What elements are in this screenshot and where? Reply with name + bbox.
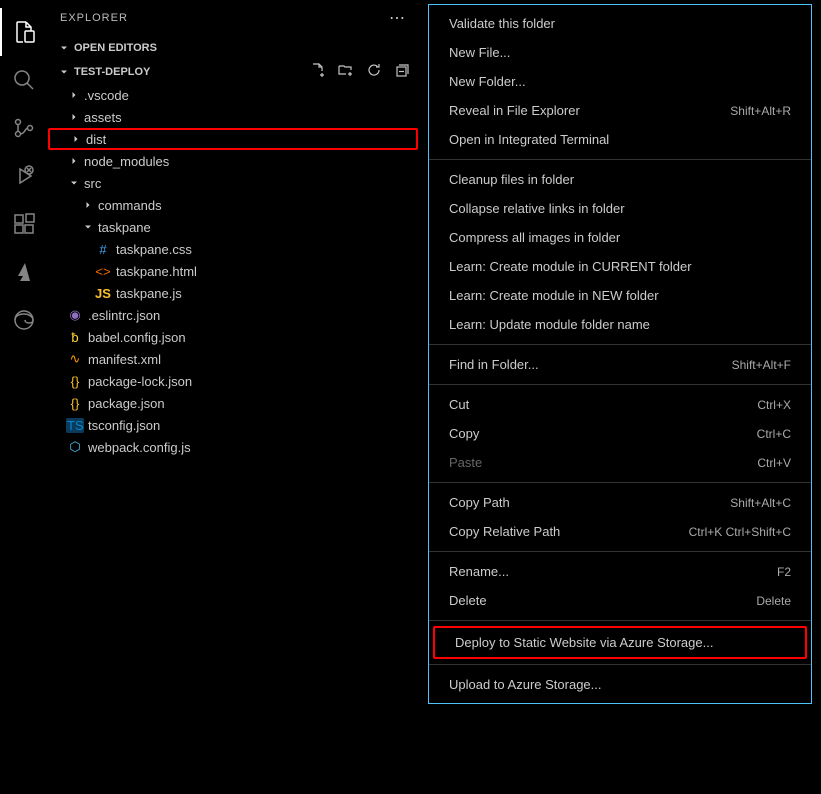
file-taskpane-js[interactable]: JS taskpane.js [48,282,418,304]
chevron-right-icon [80,197,96,213]
json-file-icon: {} [66,396,84,411]
file-webpack-config[interactable]: ⬡ webpack.config.js [48,436,418,458]
file-eslintrc[interactable]: ◉ .eslintrc.json [48,304,418,326]
css-file-icon: # [94,242,112,257]
menu-cut[interactable]: CutCtrl+X [429,390,811,419]
activity-bar [0,0,48,794]
menu-separator [429,384,811,385]
chevron-down-icon [80,219,96,235]
file-package-lock[interactable]: {} package-lock.json [48,370,418,392]
folder-taskpane[interactable]: taskpane [48,216,418,238]
menu-validate-folder[interactable]: Validate this folder [429,9,811,38]
menu-open-terminal[interactable]: Open in Integrated Terminal [429,125,811,154]
new-folder-icon[interactable] [338,62,354,82]
menu-learn-current[interactable]: Learn: Create module in CURRENT folder [429,252,811,281]
project-section[interactable]: TEST-DEPLOY [48,60,158,84]
context-menu: Validate this folder New File... New Fol… [428,4,812,704]
chevron-down-icon [66,175,82,191]
menu-find-folder[interactable]: Find in Folder...Shift+Alt+F [429,350,811,379]
explorer-sidebar: EXPLORER ⋯ OPEN EDITORS TEST-DEPLOY .vsc… [48,0,418,794]
menu-copy[interactable]: CopyCtrl+C [429,419,811,448]
menu-copy-path[interactable]: Copy PathShift+Alt+C [429,488,811,517]
folder-assets[interactable]: assets [48,106,418,128]
js-file-icon: JS [94,286,112,301]
menu-separator [429,664,811,665]
collapse-all-icon[interactable] [394,62,410,82]
run-debug-icon[interactable] [0,152,48,200]
file-taskpane-html[interactable]: <> taskpane.html [48,260,418,282]
explorer-icon[interactable] [0,8,48,56]
menu-reveal-explorer[interactable]: Reveal in File ExplorerShift+Alt+R [429,96,811,125]
sidebar-header: EXPLORER ⋯ [48,0,418,36]
menu-deploy-static-website[interactable]: Deploy to Static Website via Azure Stora… [433,626,807,659]
menu-separator [429,344,811,345]
file-babel-config[interactable]: ƀ babel.config.json [48,326,418,348]
menu-separator [429,482,811,483]
sidebar-title: EXPLORER [60,12,128,24]
chevron-right-icon [66,153,82,169]
folder-dist[interactable]: dist [48,128,418,150]
file-tree: .vscode assets dist node_modules src com… [48,84,418,458]
edge-icon[interactable] [0,296,48,344]
chevron-right-icon [68,131,84,147]
file-taskpane-css[interactable]: # taskpane.css [48,238,418,260]
refresh-icon[interactable] [366,62,382,82]
html-file-icon: <> [94,264,112,279]
extensions-icon[interactable] [0,200,48,248]
webpack-file-icon: ⬡ [66,439,84,455]
open-editors-label: OPEN EDITORS [74,42,157,54]
eslint-file-icon: ◉ [66,307,84,323]
project-label: TEST-DEPLOY [74,66,150,78]
menu-learn-update[interactable]: Learn: Update module folder name [429,310,811,339]
menu-collapse-links[interactable]: Collapse relative links in folder [429,194,811,223]
menu-separator [429,620,811,621]
xml-file-icon: ∿ [66,351,84,367]
ts-file-icon: TS [66,418,84,433]
menu-separator [429,551,811,552]
chevron-right-icon [66,109,82,125]
explorer-toolbar [310,62,410,82]
folder-node-modules[interactable]: node_modules [48,150,418,172]
menu-cleanup-files[interactable]: Cleanup files in folder [429,165,811,194]
chevron-down-icon [56,40,72,56]
folder-vscode[interactable]: .vscode [48,84,418,106]
file-manifest-xml[interactable]: ∿ manifest.xml [48,348,418,370]
open-editors-section[interactable]: OPEN EDITORS [48,36,418,60]
menu-rename[interactable]: Rename...F2 [429,557,811,586]
chevron-down-icon [56,64,72,80]
menu-compress-images[interactable]: Compress all images in folder [429,223,811,252]
azure-icon[interactable] [0,248,48,296]
menu-new-file[interactable]: New File... [429,38,811,67]
menu-upload-azure[interactable]: Upload to Azure Storage... [429,670,811,699]
new-file-icon[interactable] [310,62,326,82]
json-file-icon: {} [66,374,84,389]
menu-separator [429,159,811,160]
menu-paste: PasteCtrl+V [429,448,811,477]
file-tsconfig[interactable]: TS tsconfig.json [48,414,418,436]
file-package-json[interactable]: {} package.json [48,392,418,414]
menu-learn-new[interactable]: Learn: Create module in NEW folder [429,281,811,310]
more-actions-icon[interactable]: ⋯ [389,8,406,28]
chevron-right-icon [66,87,82,103]
folder-commands[interactable]: commands [48,194,418,216]
source-control-icon[interactable] [0,104,48,152]
babel-file-icon: ƀ [66,330,84,345]
menu-copy-relative-path[interactable]: Copy Relative PathCtrl+K Ctrl+Shift+C [429,517,811,546]
folder-src[interactable]: src [48,172,418,194]
menu-new-folder[interactable]: New Folder... [429,67,811,96]
menu-delete[interactable]: DeleteDelete [429,586,811,615]
search-icon[interactable] [0,56,48,104]
